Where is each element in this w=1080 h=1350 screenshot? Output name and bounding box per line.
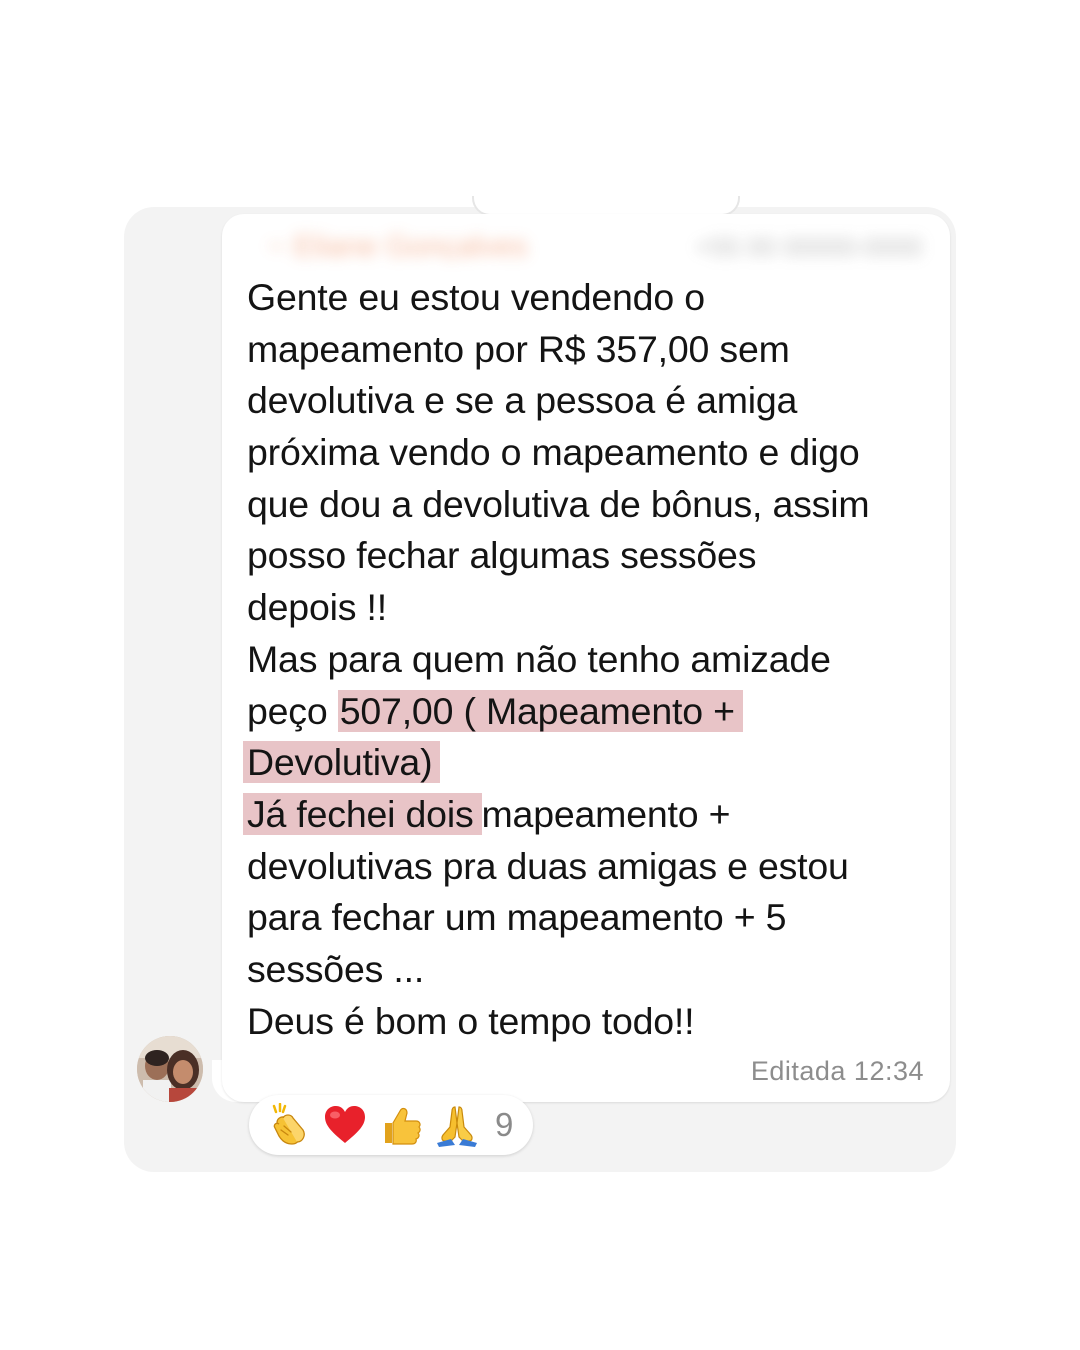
message-text: Gente eu estou vendendo o mapeamento por…	[243, 272, 937, 1047]
reactions-bar[interactable]: 9	[249, 1095, 533, 1155]
avatar-photo-icon	[137, 1036, 203, 1102]
avatar[interactable]	[137, 1036, 203, 1102]
message-line: devolutivas pra duas amigas e estou	[247, 844, 849, 887]
message-line: devolutiva e se a pessoa é amiga	[247, 379, 798, 422]
message-line: que dou a devolutiva de bônus, assim	[247, 482, 870, 525]
thumbs-up-icon	[385, 1107, 421, 1145]
message-time: 12:34	[853, 1056, 924, 1086]
message-line: depois !!	[247, 586, 387, 629]
message-line: Gente eu estou vendendo o	[247, 276, 705, 318]
message-text-plain: mapeamento +	[481, 792, 731, 835]
page: ~ Eliane Gonçalves +55 00 00000-0000 Gen…	[0, 0, 1080, 1350]
message-line-price: peço 507,00 ( Mapeamento +	[247, 686, 937, 738]
message-text-plain: peço	[247, 689, 328, 732]
folded-hands-icon	[437, 1106, 477, 1147]
previous-message-edge	[472, 196, 740, 216]
sender-phone: +55 00 00000-0000	[695, 232, 922, 260]
highlighted-text: 507,00 ( Mapeamento +	[337, 689, 743, 732]
message-line: Mas para quem não tenho amizade	[247, 637, 831, 680]
message-line: posso fechar algumas sessões	[247, 534, 757, 577]
sender-name[interactable]: ~ Eliane Gonçalves	[268, 230, 558, 260]
message-line: sessões ...	[247, 947, 425, 990]
edited-label: Editada	[750, 1056, 846, 1086]
message-meta: Editada 12:34	[751, 1056, 924, 1087]
message-line-closed: Já fechei dois mapeamento +	[243, 789, 937, 841]
sender-row: ~ Eliane Gonçalves +55 00 00000-0000	[268, 228, 928, 264]
highlighted-text: Já fechei dois	[243, 792, 482, 835]
message-line: mapeamento por R$ 357,00 sem	[247, 327, 790, 370]
message-line: Deus é bom o tempo todo!!	[247, 999, 695, 1042]
message-line-highlight: Devolutiva)	[243, 737, 937, 789]
message-line: para fechar um mapeamento + 5	[247, 896, 787, 939]
clapping-hands-icon	[272, 1103, 305, 1145]
reaction-count: 9	[495, 1106, 514, 1143]
message-line: próxima vendo o mapeamento e digo	[247, 431, 860, 474]
red-heart-icon	[325, 1106, 365, 1143]
highlighted-text: Devolutiva)	[243, 741, 441, 784]
